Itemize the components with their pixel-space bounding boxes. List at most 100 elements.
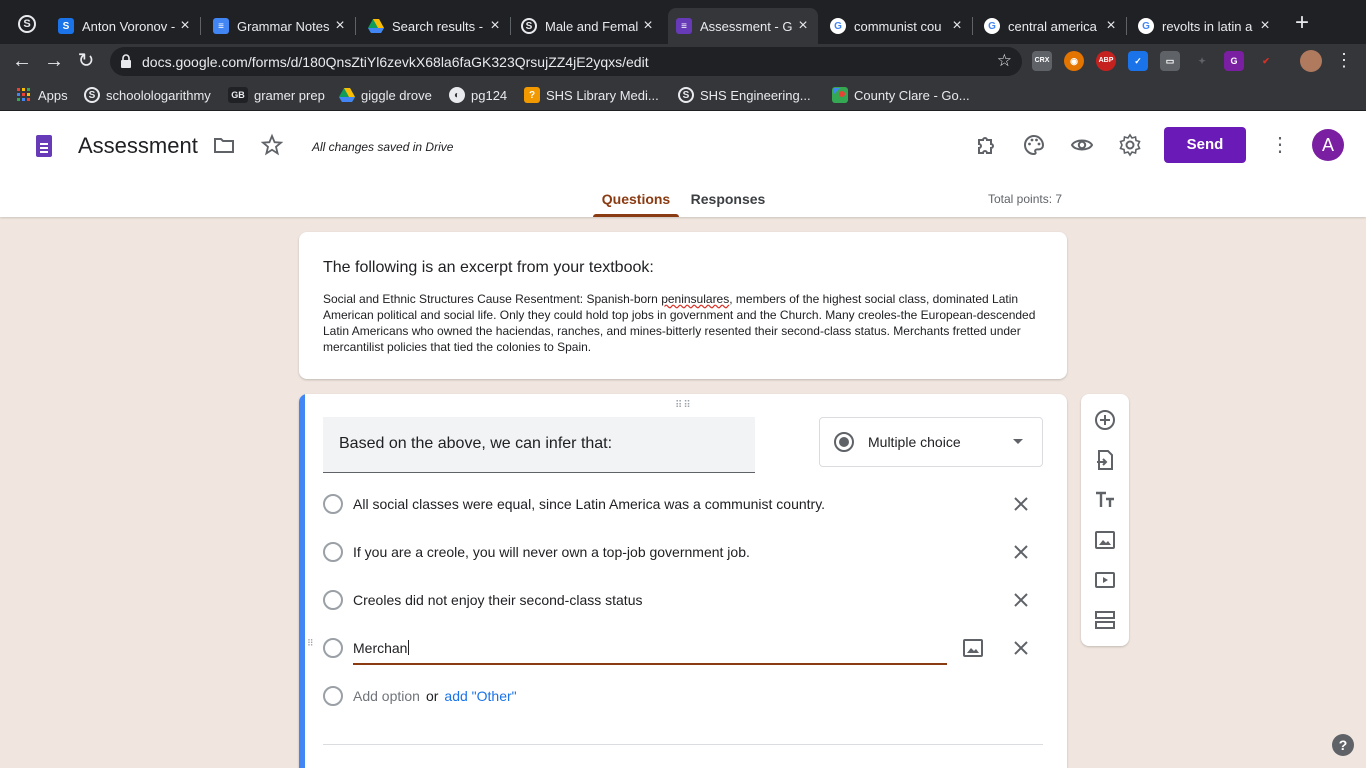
bookmarks-bar: Apps S schoolologarithmy GB gramer prep … <box>0 78 1366 111</box>
radio-empty-icon <box>323 638 343 658</box>
new-tab-button[interactable]: + <box>1290 11 1314 36</box>
bird-extension-icon[interactable]: ✓ <box>1128 51 1148 71</box>
description-title[interactable]: The following is an excerpt from your te… <box>323 259 654 277</box>
bookmark-county-clare[interactable]: County Clare - Go... <box>832 86 970 104</box>
forms-icon: ≡ <box>676 18 692 34</box>
briefcase-extension-icon[interactable]: ▭ <box>1160 51 1180 71</box>
more-vert-icon[interactable]: ⋮ <box>1335 50 1353 71</box>
card-footer-divider <box>323 744 1043 745</box>
radio-empty-icon <box>323 686 343 706</box>
add-other-link[interactable]: add "Other" <box>444 688 516 704</box>
add-option-link[interactable]: Add option <box>353 688 420 704</box>
import-questions-icon[interactable] <box>1093 448 1117 472</box>
close-icon[interactable]: × <box>486 17 504 35</box>
bookmark-schoolologarithmy[interactable]: S schoolologarithmy <box>84 86 211 104</box>
bookmark-star-icon[interactable]: ☆ <box>997 51 1012 71</box>
more-vert-icon[interactable]: ⋮ <box>1270 133 1290 157</box>
add-video-icon[interactable] <box>1093 568 1117 592</box>
add-title-text-icon[interactable] <box>1093 488 1117 512</box>
browser-tab-0[interactable]: S Anton Voronov - × <box>50 8 201 44</box>
bookmark-apps[interactable]: Apps <box>16 86 68 104</box>
drag-handle-icon[interactable]: ⠿ <box>307 639 317 655</box>
close-icon[interactable]: × <box>1256 17 1274 35</box>
browser-tab-6[interactable]: G central america × <box>976 8 1127 44</box>
schoology-icon: S <box>678 87 694 103</box>
reload-icon[interactable]: ↻ <box>74 49 98 73</box>
send-button[interactable]: Send <box>1164 127 1246 163</box>
palette-icon[interactable] <box>1022 133 1046 157</box>
preview-eye-icon[interactable] <box>1070 133 1094 157</box>
browser-tab-strip: S S Anton Voronov - × ≡ Grammar Notes × … <box>0 0 1366 44</box>
lock-icon <box>121 54 131 68</box>
tab-responses[interactable]: Responses <box>690 191 766 217</box>
close-icon[interactable]: × <box>1102 17 1120 35</box>
close-icon[interactable]: × <box>948 17 966 35</box>
bookmark-shs-engineering[interactable]: S SHS Engineering... <box>678 86 811 104</box>
question-title-field[interactable]: Based on the above, we can infer that: <box>323 417 755 473</box>
browser-toolbar: ← → ↻ docs.google.com/forms/d/180QnsZtiY… <box>0 44 1366 78</box>
adblock-extension-icon[interactable]: ABP <box>1096 51 1116 71</box>
option-input[interactable]: Merchan <box>353 640 410 656</box>
settings-gear-icon[interactable] <box>1118 133 1142 157</box>
floating-toolbar <box>1081 394 1129 646</box>
drag-handle-icon[interactable]: ⠿⠿ <box>675 400 691 411</box>
radio-empty-icon <box>323 542 343 562</box>
leaf-extension-icon[interactable]: ✦ <box>1192 51 1212 71</box>
add-question-icon[interactable] <box>1093 408 1117 432</box>
drive-icon <box>339 87 355 103</box>
crx-extension-icon[interactable]: CRX <box>1032 51 1052 71</box>
browser-tab-1[interactable]: ≡ Grammar Notes × <box>205 8 356 44</box>
close-icon[interactable]: × <box>794 17 812 35</box>
red-mark-extension-icon[interactable]: ✔ <box>1256 51 1276 71</box>
image-icon[interactable] <box>961 636 985 660</box>
browser-tab-4-active[interactable]: ≡ Assessment - G × <box>668 8 818 44</box>
bookmark-shs-library[interactable]: ? SHS Library Medi... <box>524 86 659 104</box>
close-icon[interactable] <box>1009 636 1033 660</box>
close-icon[interactable]: × <box>639 17 657 35</box>
browser-tab-3[interactable]: S Male and Femal × <box>513 8 663 44</box>
help-icon[interactable]: ? <box>1332 734 1354 756</box>
question-card[interactable]: ⠿⠿ Based on the above, we can infer that… <box>299 394 1067 768</box>
owl-extension-icon[interactable]: ◉ <box>1064 51 1084 71</box>
skype-icon[interactable]: S <box>18 15 36 33</box>
option-row: If you are a creole, you will never own … <box>323 536 1043 568</box>
gb-icon: GB <box>228 87 248 103</box>
tab-questions[interactable]: Questions <box>593 191 679 217</box>
close-icon[interactable] <box>1009 540 1033 564</box>
close-icon[interactable] <box>1009 588 1033 612</box>
bookmark-gramer-prep[interactable]: GB gramer prep <box>228 86 325 104</box>
description-body[interactable]: Social and Ethnic Structures Cause Resen… <box>323 291 1047 355</box>
bookmark-giggle-drove[interactable]: giggle drove <box>339 86 432 104</box>
browser-tab-5[interactable]: G communist cou × <box>822 8 973 44</box>
account-avatar[interactable]: A <box>1312 129 1344 161</box>
close-icon[interactable]: × <box>176 17 194 35</box>
form-title[interactable]: Assessment <box>78 133 198 159</box>
forms-logo-icon[interactable] <box>36 135 52 157</box>
add-ons-puzzle-icon[interactable] <box>974 133 998 157</box>
option-row-editing: ⠿ Merchan <box>307 632 1043 665</box>
schoology-icon: S <box>521 18 537 34</box>
maps-icon <box>832 87 848 103</box>
grammar-extension-icon[interactable]: G <box>1224 51 1244 71</box>
star-icon[interactable] <box>260 133 284 157</box>
library-icon: ? <box>524 87 540 103</box>
add-section-icon[interactable] <box>1093 608 1117 632</box>
folder-icon[interactable] <box>212 133 236 157</box>
add-image-icon[interactable] <box>1093 528 1117 552</box>
question-type-dropdown[interactable]: Multiple choice <box>819 417 1043 467</box>
address-bar[interactable]: docs.google.com/forms/d/180QnsZtiYl6zevk… <box>110 47 1022 76</box>
close-icon[interactable] <box>1009 492 1033 516</box>
back-arrow-icon[interactable]: ← <box>10 49 34 73</box>
browser-tab-7[interactable]: G revolts in latin a × <box>1130 8 1280 44</box>
active-input-underline <box>353 663 947 665</box>
apps-grid-icon <box>16 87 32 103</box>
profile-avatar[interactable] <box>1300 50 1322 72</box>
active-card-accent <box>299 394 305 768</box>
browser-tab-2[interactable]: Search results - × <box>360 8 511 44</box>
close-icon[interactable]: × <box>331 17 349 35</box>
skype-icon: S <box>58 18 74 34</box>
description-card[interactable]: The following is an excerpt from your te… <box>299 232 1067 379</box>
option-row-add: Add option or add "Other" <box>323 680 1043 712</box>
bookmark-pg124[interactable]: ◐ pg124 <box>449 86 507 104</box>
forward-arrow-icon[interactable]: → <box>42 49 66 73</box>
